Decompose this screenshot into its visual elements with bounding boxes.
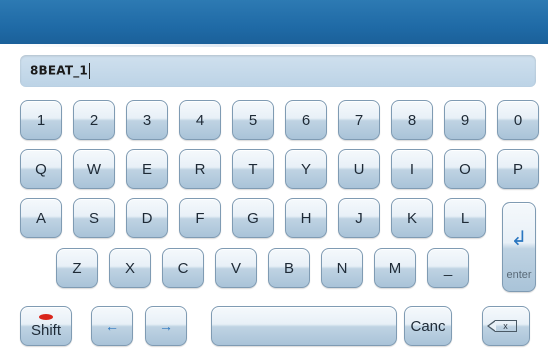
- title-bar: [0, 0, 548, 46]
- key-a[interactable]: A: [20, 198, 62, 238]
- arrow-right-icon: →: [159, 318, 173, 334]
- key-4[interactable]: 4: [179, 100, 221, 140]
- key-8[interactable]: 8: [391, 100, 433, 140]
- shift-key-label: Shift: [30, 321, 61, 339]
- key-p[interactable]: P: [497, 149, 539, 189]
- space-key[interactable]: [211, 306, 397, 346]
- key-k[interactable]: K: [391, 198, 433, 238]
- key-q[interactable]: Q: [20, 149, 62, 189]
- title-bar-divider: [0, 44, 548, 47]
- key-w[interactable]: W: [73, 149, 115, 189]
- key-c[interactable]: C: [162, 248, 204, 288]
- cursor-left-key[interactable]: ←: [91, 306, 133, 346]
- cancel-key[interactable]: Canc: [404, 306, 452, 346]
- key-j[interactable]: J: [338, 198, 380, 238]
- key-s[interactable]: S: [73, 198, 115, 238]
- key-t[interactable]: T: [232, 149, 274, 189]
- key-x[interactable]: X: [109, 248, 151, 288]
- backspace-key[interactable]: x: [482, 306, 530, 346]
- enter-key[interactable]: ↲ enter: [502, 202, 536, 292]
- key-i[interactable]: I: [391, 149, 433, 189]
- key-h[interactable]: H: [285, 198, 327, 238]
- key-o[interactable]: O: [444, 149, 486, 189]
- key-d[interactable]: D: [126, 198, 168, 238]
- key-3[interactable]: 3: [126, 100, 168, 140]
- shift-key[interactable]: Shift: [20, 306, 72, 346]
- key-v[interactable]: V: [215, 248, 257, 288]
- key-l[interactable]: L: [444, 198, 486, 238]
- key-n[interactable]: N: [321, 248, 363, 288]
- key-1[interactable]: 1: [20, 100, 62, 140]
- key-6[interactable]: 6: [285, 100, 327, 140]
- key-f[interactable]: F: [179, 198, 221, 238]
- key-7[interactable]: 7: [338, 100, 380, 140]
- enter-icon: ↲: [510, 228, 528, 250]
- key-m[interactable]: M: [374, 248, 416, 288]
- text-input-field[interactable]: 8BEAT_1: [20, 55, 536, 87]
- key-e[interactable]: E: [126, 149, 168, 189]
- arrow-left-icon: ←: [105, 318, 119, 334]
- key-5[interactable]: 5: [232, 100, 274, 140]
- key-r[interactable]: R: [179, 149, 221, 189]
- key-u[interactable]: U: [338, 149, 380, 189]
- key-underscore[interactable]: _: [427, 248, 469, 288]
- key-0[interactable]: 0: [497, 100, 539, 140]
- enter-key-label: enter: [506, 269, 532, 281]
- input-value: 8BEAT_1: [30, 63, 90, 79]
- backspace-icon: x: [487, 320, 517, 332]
- cursor-right-key[interactable]: →: [145, 306, 187, 346]
- key-z[interactable]: Z: [56, 248, 98, 288]
- key-y[interactable]: Y: [285, 149, 327, 189]
- key-9[interactable]: 9: [444, 100, 486, 140]
- key-2[interactable]: 2: [73, 100, 115, 140]
- key-g[interactable]: G: [232, 198, 274, 238]
- key-b[interactable]: B: [268, 248, 310, 288]
- text-caret: [88, 63, 90, 79]
- shift-indicator-icon: [39, 313, 53, 320]
